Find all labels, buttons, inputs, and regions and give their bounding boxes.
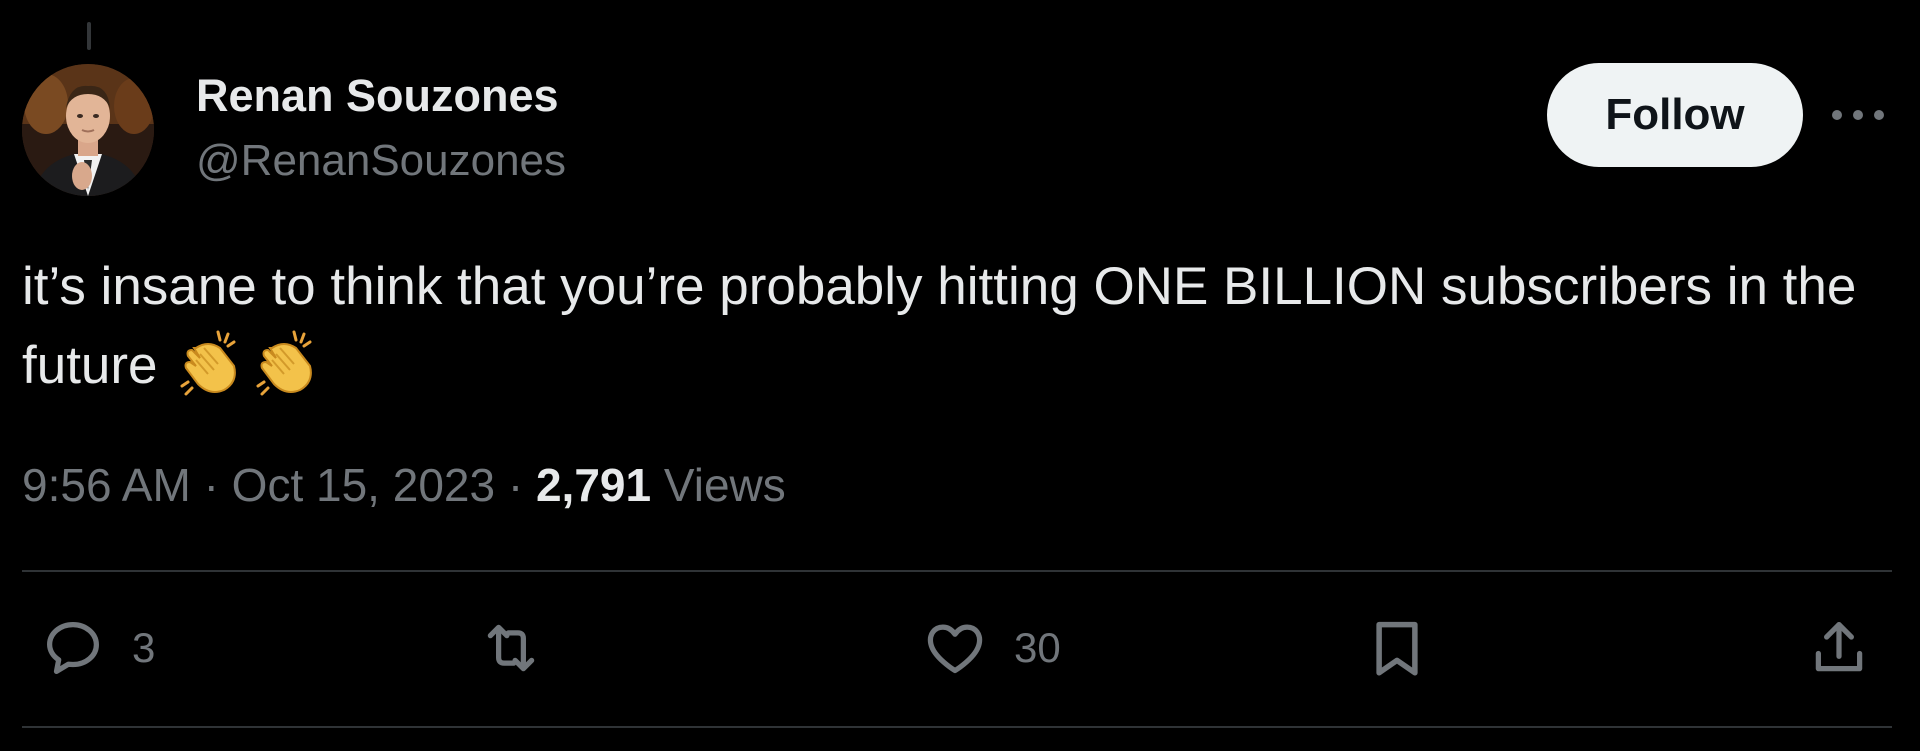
follow-button[interactable]: Follow: [1547, 63, 1803, 167]
meta-separator: ·: [203, 459, 219, 511]
views-label: Views: [663, 459, 786, 511]
views-count: 2,791: [535, 459, 652, 511]
bookmark-icon: [1376, 621, 1418, 676]
thread-connector-line: [87, 22, 91, 50]
retweet-button[interactable]: [478, 613, 570, 683]
clapping-hands-icon: [250, 326, 324, 400]
tweet-date[interactable]: Oct 15, 2023: [232, 459, 495, 511]
bookmark-button[interactable]: [1364, 613, 1430, 683]
dot: [1853, 110, 1863, 120]
avatar[interactable]: [22, 64, 154, 196]
tweet-body: it’s insane to think that you’re probabl…: [22, 247, 1902, 406]
clapping-hands-icon: [174, 326, 248, 400]
reply-icon: [47, 622, 99, 674]
like-count: 30: [1014, 624, 1061, 671]
share-button[interactable]: [1806, 613, 1872, 683]
more-options-icon[interactable]: [1832, 96, 1884, 134]
reply-count: 3: [132, 624, 156, 671]
heart-icon: [927, 624, 983, 674]
tweet-meta: 9:56 AM · Oct 15, 2023 · 2,791 Views: [22, 455, 786, 515]
divider: [22, 570, 1892, 572]
meta-separator: ·: [507, 459, 524, 511]
author-display-name[interactable]: Renan Souzones: [196, 70, 559, 122]
author-handle[interactable]: @RenanSouzones: [196, 135, 566, 187]
dot: [1874, 110, 1884, 120]
reply-button[interactable]: 3: [40, 613, 155, 683]
dot: [1832, 110, 1842, 120]
like-button[interactable]: 30: [922, 613, 1061, 683]
tweet-time[interactable]: 9:56 AM: [22, 459, 191, 511]
share-icon: [1815, 622, 1863, 672]
retweet-icon: [487, 624, 535, 672]
avatar-image: [22, 64, 154, 196]
divider: [22, 726, 1892, 728]
